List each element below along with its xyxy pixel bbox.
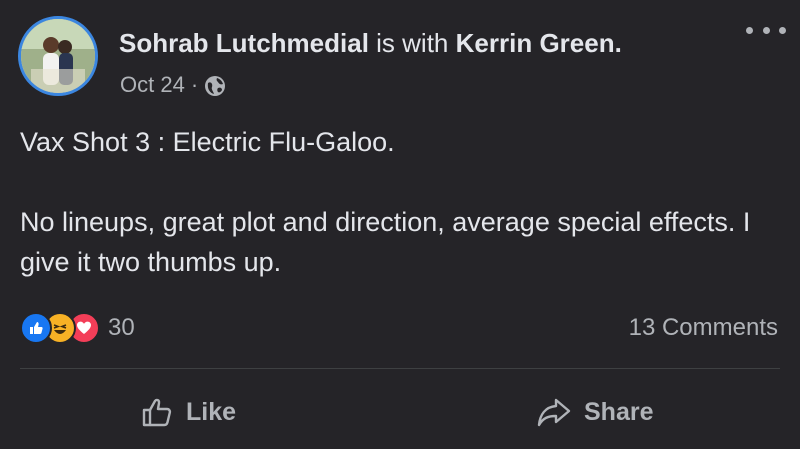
more-dot-icon <box>779 26 786 34</box>
post-body: Vax Shot 3 : Electric Flu-Galoo. No line… <box>20 122 780 282</box>
share-arrow-icon <box>537 398 571 427</box>
post-header: Sohrab Lutchmedial is with Kerrin Green. <box>119 26 622 60</box>
tagged-name[interactable]: Kerrin Green. <box>456 28 622 58</box>
meta-separator: · <box>190 72 199 97</box>
share-button[interactable]: Share <box>536 392 653 432</box>
post-body-line-2: No lineups, great plot and direction, av… <box>20 207 751 277</box>
post-card: Sohrab Lutchmedial is with Kerrin Green.… <box>0 0 800 449</box>
post-date[interactable]: Oct 24 <box>120 70 185 100</box>
reactions-summary[interactable]: 30 <box>20 310 135 346</box>
post-body-line-1: Vax Shot 3 : Electric Flu-Galoo. <box>20 127 395 157</box>
reaction-count: 30 <box>108 314 135 341</box>
author-name[interactable]: Sohrab Lutchmedial <box>119 28 369 58</box>
thumbs-up-icon <box>142 398 172 427</box>
more-options-button[interactable] <box>746 20 786 40</box>
more-dot-icon <box>746 26 753 34</box>
more-dot-icon <box>762 26 770 34</box>
comments-count-link[interactable]: 13 Comments <box>629 312 778 344</box>
like-label: Like <box>186 397 237 426</box>
globe-icon[interactable] <box>204 75 226 97</box>
with-text: is with <box>376 28 449 58</box>
post-meta: Oct 24 · <box>120 70 226 100</box>
avatar-photo <box>21 19 95 93</box>
share-label: Share <box>584 397 654 426</box>
like-button[interactable]: Like <box>140 392 236 432</box>
avatar[interactable] <box>18 16 98 96</box>
divider <box>20 368 780 369</box>
like-reaction-icon <box>20 312 52 344</box>
